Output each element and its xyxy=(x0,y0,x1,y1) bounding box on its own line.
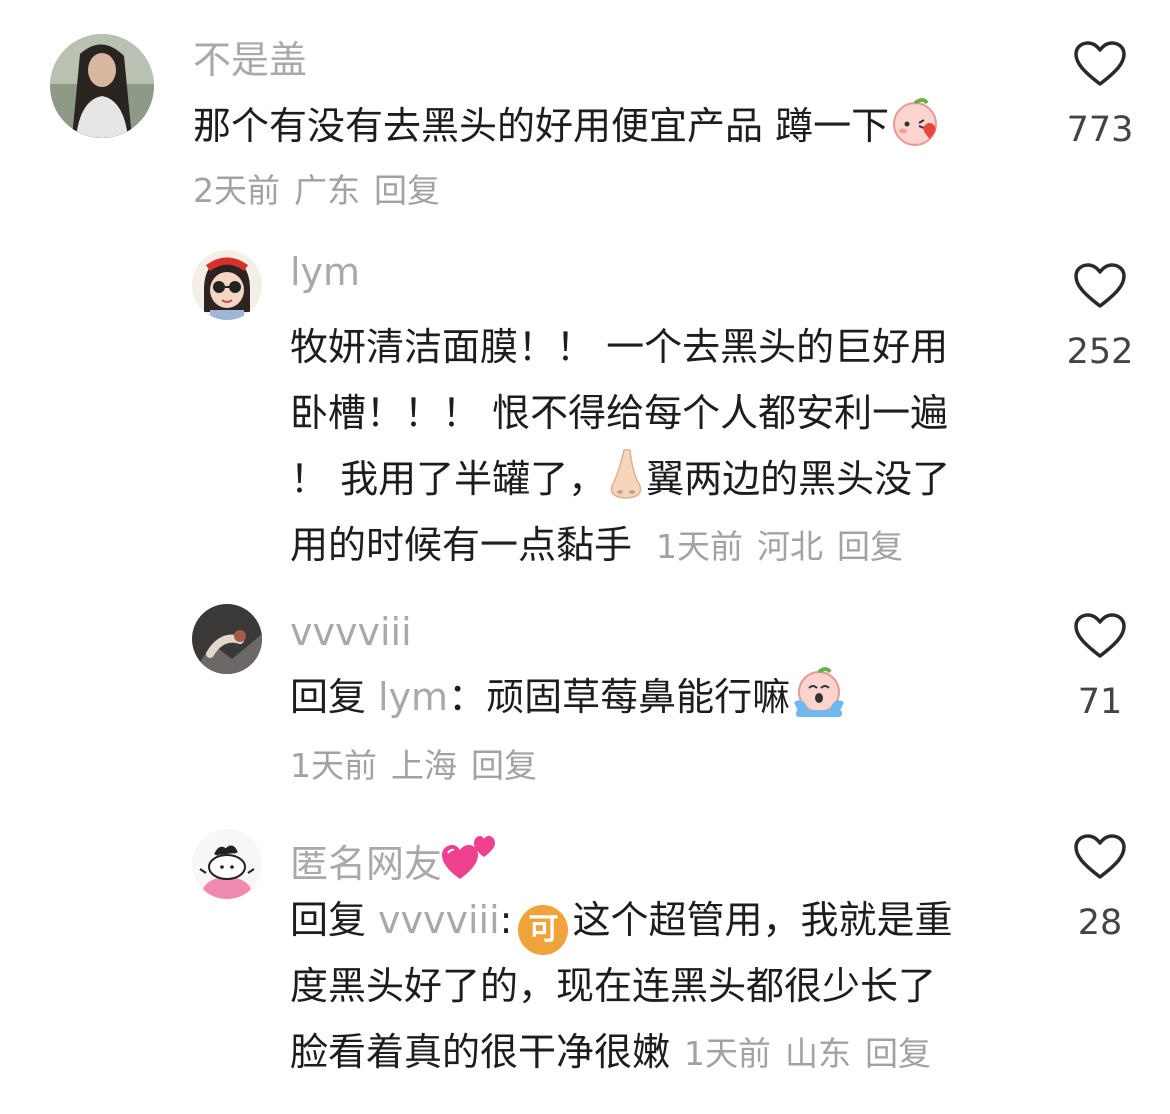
reply-prefix: 回复 xyxy=(290,675,367,719)
comment-location: 上海 xyxy=(391,746,457,785)
comment-location: 山东 xyxy=(785,1034,852,1073)
comment-location: 广东 xyxy=(294,171,360,210)
reply-prefix: 回复 xyxy=(290,898,367,942)
avatar-girl-sunglasses xyxy=(192,250,262,320)
nose-emoji xyxy=(606,448,646,520)
comment-time: 2天前 xyxy=(193,171,280,210)
avatar-photo-dark xyxy=(192,604,262,674)
two-hearts-emoji xyxy=(442,833,498,892)
comment-text: 那个有没有去黑头的好用便宜产品 蹲一下 xyxy=(193,93,941,159)
reply-button[interactable]: 回复 xyxy=(865,1034,931,1073)
heart-outline-icon xyxy=(1074,834,1126,879)
like-count: 28 xyxy=(1077,903,1123,943)
comment-meta: 1天前 山东 回复 xyxy=(684,1034,931,1073)
like-button[interactable]: 28 xyxy=(1045,833,1155,943)
like-button[interactable]: 252 xyxy=(1045,262,1155,372)
comment-line: 那个有没有去黑头的好用便宜产品 蹲一下 xyxy=(193,104,890,148)
username[interactable]: vvvviii xyxy=(290,610,412,654)
comment-line: ！ 我用了半罐了， xyxy=(290,457,607,501)
comment-line: 脸看着真的很干净很嫩 xyxy=(290,1030,671,1074)
comment-line: 这个超管用，我就是重 xyxy=(572,898,953,942)
like-count: 71 xyxy=(1077,682,1123,722)
like-button[interactable]: 773 xyxy=(1045,40,1155,150)
comment-location: 河北 xyxy=(757,527,824,566)
comment-time: 1天前 xyxy=(290,746,377,785)
comment-text: 牧妍清洁面膜！！ 一个去黑头的巨好用 卧槽！！！ 恨不得给每个人都安利一遍 ！ … xyxy=(290,314,950,578)
heart-outline-icon xyxy=(1074,613,1126,658)
username[interactable]: lym xyxy=(290,250,360,294)
reply-button[interactable]: 回复 xyxy=(837,527,903,566)
username-text: 匿名网友 xyxy=(290,842,443,886)
user-avatar[interactable] xyxy=(192,250,262,320)
user-avatar[interactable] xyxy=(50,34,154,138)
heart-outline-icon xyxy=(1074,263,1126,308)
avatar-photo-woman-long-hair xyxy=(50,34,154,138)
comment-text: 回复 lym：顽固草莓鼻能行嘛 xyxy=(290,664,848,730)
comment-text: 回复 vvvviii: 可这个超管用，我就是重 度黑头好了的，现在连黑头都很少长了 … xyxy=(290,887,952,1085)
comment-time: 1天前 xyxy=(656,527,744,566)
comment-meta: 1天前 上海 回复 xyxy=(290,746,537,786)
reply-colon: ： xyxy=(448,675,487,719)
peach-crying-emoji xyxy=(790,666,848,738)
comment-line: 卧槽！！！ 恨不得给每个人都安利一遍 xyxy=(290,391,949,435)
reply-colon: : xyxy=(499,898,513,942)
comment-item: 不是盖 那个有没有去黑头的好用便宜产品 蹲一下 2天前 广东 回复 773 xyxy=(0,0,1170,230)
comment-meta: 1天前 河北 回复 xyxy=(656,527,903,566)
like-count: 773 xyxy=(1066,110,1134,150)
peach-blowing-kiss-emoji xyxy=(889,95,941,167)
comment-section: 不是盖 那个有没有去黑头的好用便宜产品 蹲一下 2天前 广东 回复 773 ly… xyxy=(0,0,1170,1114)
avatar-cartoon-character xyxy=(192,829,262,899)
reply-target-username[interactable]: vvvviii xyxy=(378,898,500,942)
heart-outline-icon xyxy=(1074,41,1126,86)
comment-line: 牧妍清洁面膜！！ 一个去黑头的巨好用 xyxy=(290,325,949,369)
comment-line: 用的时候有一点黏手 xyxy=(290,523,633,567)
like-count: 252 xyxy=(1066,332,1134,372)
username[interactable]: 不是盖 xyxy=(193,38,307,82)
badge-icon: 可 xyxy=(518,905,569,955)
comment-line: 翼两边的黑头没了 xyxy=(646,457,951,501)
like-button[interactable]: 71 xyxy=(1045,612,1155,722)
user-avatar[interactable] xyxy=(192,604,262,674)
reply-button[interactable]: 回复 xyxy=(374,171,440,210)
comment-line: 顽固草莓鼻能行嘛 xyxy=(486,675,791,719)
reply-target-username[interactable]: lym xyxy=(378,675,448,719)
comment-item: vvvviii 回复 lym：顽固草莓鼻能行嘛 1天前 上海 回复 71 xyxy=(0,590,1170,815)
comment-meta: 2天前 广东 回复 xyxy=(193,171,440,211)
comment-line: 度黑头好了的，现在连黑头都很少长了 xyxy=(290,964,937,1008)
reply-button[interactable]: 回复 xyxy=(471,746,537,785)
comment-item: 匿名网友 回复 vvvviii: 可这个超管用，我就是重 度黑头好了的，现在连黑头都… xyxy=(0,815,1170,1114)
comment-time: 1天前 xyxy=(684,1034,772,1073)
comment-item: lym 牧妍清洁面膜！！ 一个去黑头的巨好用 卧槽！！！ 恨不得给每个人都安利一… xyxy=(0,230,1170,590)
username[interactable]: 匿名网友 xyxy=(290,833,498,892)
user-avatar[interactable] xyxy=(192,829,262,899)
